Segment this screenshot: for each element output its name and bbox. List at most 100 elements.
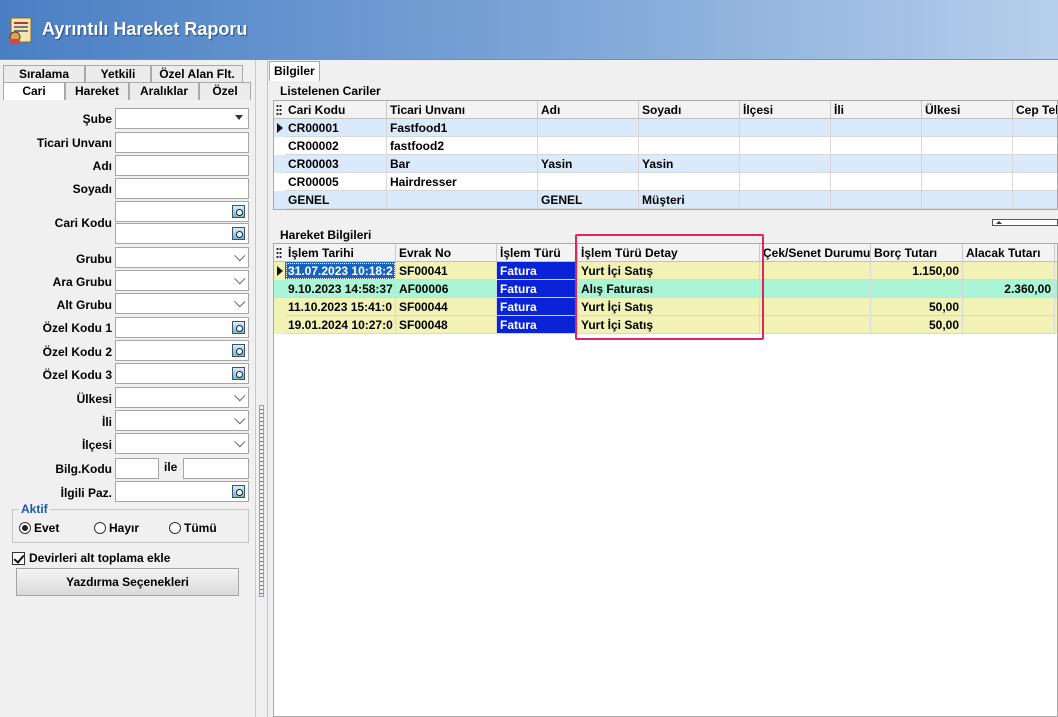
lookup-icon[interactable] (232, 321, 245, 334)
tab-siralama[interactable]: Sıralama (3, 65, 85, 83)
table-cell[interactable] (740, 155, 831, 173)
table-cell[interactable] (760, 280, 871, 298)
column-header[interactable]: Evrak No (396, 244, 497, 262)
table-cell[interactable]: Yurt İçi Satış (578, 298, 760, 316)
table-cell[interactable]: GENEL (538, 191, 639, 209)
checkbox-checked-icon[interactable] (12, 551, 25, 565)
table-cell[interactable] (760, 298, 871, 316)
table-cell[interactable]: Fatura (497, 280, 578, 298)
print-options-button[interactable]: Yazdırma Seçenekleri (16, 568, 239, 596)
ticari-unvani-input[interactable] (115, 132, 249, 153)
table-cell[interactable]: CR00003 (285, 155, 387, 173)
chevron-down-icon[interactable] (234, 390, 246, 402)
table-cell[interactable] (1013, 119, 1057, 137)
column-header[interactable]: Adı (538, 101, 639, 119)
radio-tumu[interactable]: Tümü (169, 521, 217, 535)
table-cell[interactable]: Yurt İçi Satış (578, 316, 760, 334)
table-row[interactable]: CR00005 Hairdresser (274, 173, 1057, 191)
table-cell[interactable]: 19.01.2024 10:27:0 (285, 316, 396, 334)
lookup-icon[interactable] (232, 205, 245, 218)
table-row[interactable]: CR00003 Bar Yasin Yasin (274, 155, 1057, 173)
table-cell[interactable]: SF00044 (396, 298, 497, 316)
table-cell[interactable] (740, 173, 831, 191)
chevron-down-icon[interactable] (234, 296, 246, 308)
lookup-icon[interactable] (232, 344, 245, 357)
table-cell[interactable]: Hairdresser (387, 173, 538, 191)
tab-bilgiler[interactable]: Bilgiler (269, 61, 320, 81)
radio-selected-icon[interactable] (19, 522, 31, 534)
ozel-kodu-2-input[interactable] (115, 340, 249, 361)
table-cell[interactable] (831, 191, 922, 209)
cari-kodu-start-input[interactable] (115, 201, 249, 222)
radio-hayir[interactable]: Hayır (94, 521, 139, 535)
radio-empty-icon[interactable] (169, 522, 181, 534)
grid-menu-icon[interactable] (276, 247, 282, 258)
ozel-kodu-3-input[interactable] (115, 363, 249, 384)
splitter-grip[interactable] (259, 405, 264, 597)
table-cell[interactable] (1013, 173, 1057, 191)
table-cell[interactable] (760, 262, 871, 280)
table-cell[interactable]: AF00006 (396, 280, 497, 298)
table-cell[interactable] (1013, 137, 1057, 155)
table-cell[interactable]: Fatura (497, 316, 578, 334)
tab-hareket[interactable]: Hareket (65, 82, 129, 100)
column-header[interactable]: İşlem Türü Detay (578, 244, 760, 262)
ilgili-paz-input[interactable] (115, 481, 249, 502)
table-cell[interactable] (963, 262, 1055, 280)
bilg-kodu-end-input[interactable] (183, 458, 249, 479)
table-cell[interactable]: 2.360,00 (963, 280, 1055, 298)
table-cell[interactable] (922, 155, 1013, 173)
scroll-up-button[interactable] (992, 219, 1058, 226)
chevron-down-icon[interactable] (234, 413, 246, 425)
table-cell[interactable]: Yurt İçi Satış (578, 262, 760, 280)
ilcesi-select[interactable] (115, 433, 249, 454)
table-cell[interactable] (831, 173, 922, 191)
table-cell[interactable] (740, 191, 831, 209)
dropdown-arrow-icon[interactable] (235, 115, 243, 120)
column-header[interactable]: Çek/Senet Durumu (760, 244, 871, 262)
table-cell[interactable]: CR00002 (285, 137, 387, 155)
soyadi-input[interactable] (115, 178, 249, 199)
table-cell[interactable]: fastfood2 (387, 137, 538, 155)
chevron-down-icon[interactable] (234, 250, 246, 262)
tab-ozel[interactable]: Özel (199, 82, 251, 100)
column-header[interactable]: Ticari Unvanı (387, 101, 538, 119)
table-cell[interactable] (831, 119, 922, 137)
table-cell[interactable] (922, 119, 1013, 137)
devir-checkbox-row[interactable]: Devirleri alt toplama ekle (12, 551, 170, 565)
table-cell[interactable]: Fastfood1 (387, 119, 538, 137)
table-cell[interactable]: 1.150,00 (871, 262, 963, 280)
table-row[interactable]: CR00002 fastfood2 (274, 137, 1057, 155)
tab-araliklar[interactable]: Aralıklar (129, 82, 199, 100)
radio-empty-icon[interactable] (94, 522, 106, 534)
table-cell[interactable] (963, 298, 1055, 316)
table-cell[interactable] (1013, 191, 1057, 209)
lookup-icon[interactable] (232, 227, 245, 240)
chevron-down-icon[interactable] (234, 273, 246, 285)
table-cell[interactable] (740, 137, 831, 155)
tab-yetkili[interactable]: Yetkili (85, 65, 151, 83)
table-cell[interactable]: SF00041 (396, 262, 497, 280)
column-header[interactable]: İşlem Tarihi (285, 244, 396, 262)
table-cell[interactable]: Yasin (639, 155, 740, 173)
table-cell[interactable]: GENEL (285, 191, 387, 209)
table-cell[interactable] (922, 191, 1013, 209)
table-cell[interactable] (760, 316, 871, 334)
column-header[interactable]: İşlem Türü (497, 244, 578, 262)
table-cell[interactable]: Yasin (538, 155, 639, 173)
lookup-icon[interactable] (232, 367, 245, 380)
table-cell[interactable] (387, 191, 538, 209)
ara-grubu-select[interactable] (115, 270, 249, 291)
table-row[interactable]: 9.10.2023 14:58:37 AF00006 Fatura Alış Fatu… (274, 280, 1057, 298)
tab-cari[interactable]: Cari (3, 82, 65, 100)
table-cell[interactable] (831, 137, 922, 155)
column-header[interactable]: İlçesi (740, 101, 831, 119)
table-cell[interactable] (922, 173, 1013, 191)
table-row[interactable]: GENEL GENEL Müşteri (274, 191, 1057, 209)
table-cell[interactable]: 11.10.2023 15:41:0 (285, 298, 396, 316)
table-cell[interactable]: Alış Faturası (578, 280, 760, 298)
ulkesi-select[interactable] (115, 387, 249, 408)
table-row[interactable]: CR00001 Fastfood1 (274, 119, 1057, 137)
table-cell[interactable]: 9.10.2023 14:58:37 (285, 280, 396, 298)
alt-grubu-select[interactable] (115, 293, 249, 314)
